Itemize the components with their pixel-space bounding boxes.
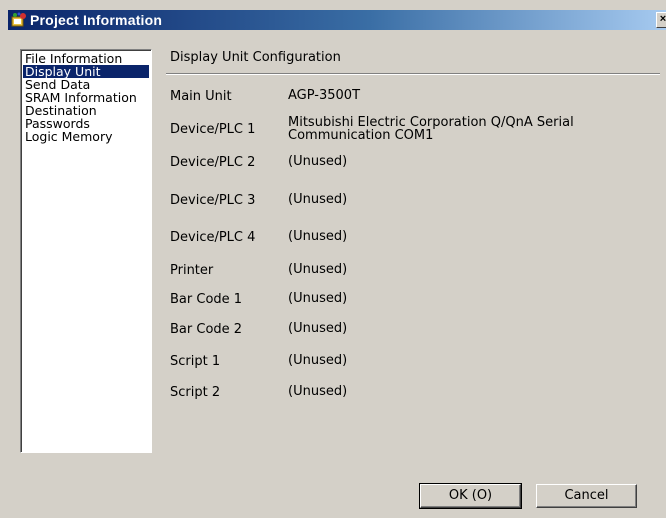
info-value: (Unused) (288, 353, 348, 368)
info-value: (Unused) (288, 262, 348, 277)
nav-item-logic-memory[interactable]: Logic Memory (23, 130, 149, 143)
category-list[interactable]: File Information Display Unit Send Data … (20, 49, 152, 453)
info-key: Bar Code 1 (170, 292, 243, 307)
info-value: (Unused) (288, 154, 348, 169)
info-key: Device/PLC 1 (170, 122, 256, 137)
window-title: Project Information (30, 12, 163, 28)
info-key: Script 1 (170, 354, 221, 369)
info-value: Mitsubishi Electric Corporation Q/QnA Se… (288, 115, 574, 143)
info-key: Device/PLC 2 (170, 155, 256, 170)
info-value: (Unused) (288, 192, 348, 207)
info-key: Main Unit (170, 89, 232, 104)
ok-button[interactable]: OK (O) (419, 483, 522, 509)
info-value: (Unused) (288, 321, 348, 336)
info-key: Bar Code 2 (170, 322, 243, 337)
project-icon (10, 11, 28, 29)
section-title: Display Unit Configuration (170, 50, 341, 65)
cancel-button[interactable]: Cancel (536, 484, 637, 508)
info-key: Device/PLC 3 (170, 193, 256, 208)
info-value: (Unused) (288, 384, 348, 399)
info-value: (Unused) (288, 291, 348, 306)
info-key: Script 2 (170, 385, 221, 400)
close-button[interactable]: × (656, 12, 666, 28)
info-key: Device/PLC 4 (170, 230, 256, 245)
info-key: Printer (170, 263, 214, 278)
info-value: (Unused) (288, 229, 348, 244)
title-bar: Project Information × (8, 10, 666, 30)
project-information-dialog: Project Information × File Information D… (0, 0, 666, 518)
section-divider (166, 73, 660, 75)
info-value: AGP-3500T (288, 88, 361, 103)
